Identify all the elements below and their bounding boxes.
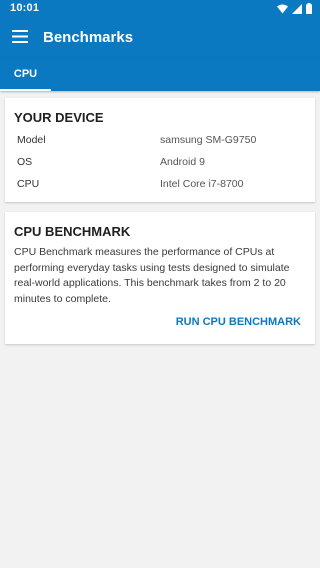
spec-value: samsung SM-G9750 <box>160 134 257 146</box>
tab-cpu[interactable]: CPU <box>0 58 51 91</box>
tab-cpu-label: CPU <box>13 68 38 80</box>
spec-row-os: OS Android 9 <box>17 156 307 172</box>
spec-label: CPU <box>17 178 40 190</box>
spec-label: OS <box>17 156 33 168</box>
battery-icon <box>306 3 312 14</box>
spec-value: Android 9 <box>160 156 205 168</box>
device-card: YOUR DEVICE Model samsung SM-G9750 OS An… <box>5 98 315 202</box>
tab-bar: CPU <box>0 58 320 91</box>
wifi-icon <box>277 4 288 13</box>
spec-row-model: Model samsung SM-G9750 <box>17 134 307 150</box>
status-icons <box>277 3 312 14</box>
spec-value: Intel Core i7-8700 <box>160 178 244 190</box>
spec-row-cpu: CPU Intel Core i7-8700 <box>17 178 307 194</box>
tab-indicator <box>0 89 51 91</box>
benchmark-card: CPU BENCHMARK CPU Benchmark measures the… <box>5 212 315 344</box>
hamburger-menu-icon[interactable] <box>12 30 28 43</box>
app-title: Benchmarks <box>43 29 134 46</box>
benchmark-description: CPU Benchmark measures the performance o… <box>14 246 290 305</box>
benchmark-card-title: CPU BENCHMARK <box>14 224 131 239</box>
run-cpu-benchmark-button[interactable]: RUN CPU BENCHMARK <box>176 316 301 328</box>
app-bar: Benchmarks <box>0 18 320 58</box>
status-time: 10:01 <box>10 2 40 14</box>
device-card-title: YOUR DEVICE <box>14 110 104 125</box>
status-bar: 10:01 <box>0 0 320 18</box>
spec-label: Model <box>17 134 46 146</box>
signal-icon <box>292 3 302 14</box>
